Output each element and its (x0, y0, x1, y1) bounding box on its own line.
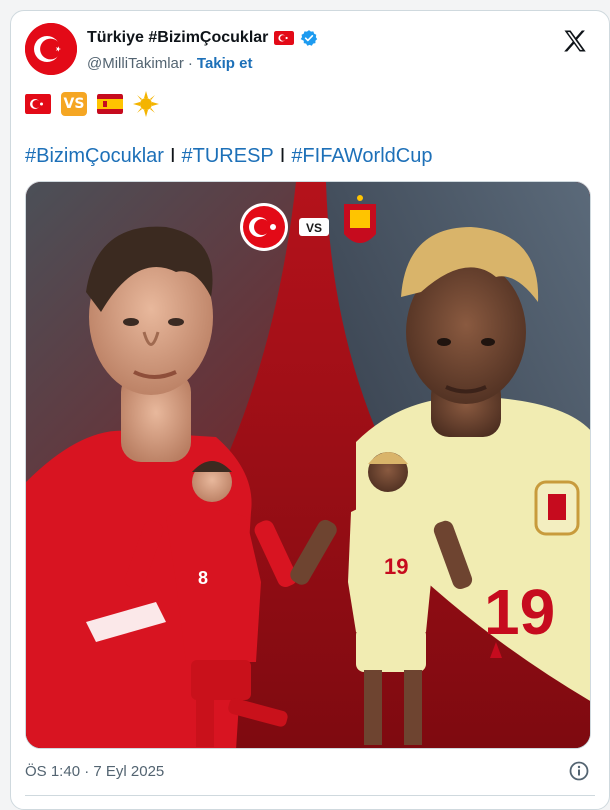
turkey-jersey-number: 8 (198, 568, 208, 588)
emoji-row: VS (25, 91, 159, 117)
follow-button[interactable]: Takip et (197, 55, 253, 72)
x-logo-icon[interactable] (561, 27, 589, 55)
info-icon[interactable] (569, 761, 589, 781)
spain-flag-icon (97, 94, 123, 114)
footer-divider (25, 795, 595, 796)
sun-icon (133, 91, 159, 117)
tweet-header: Türkiye #BizimÇocuklar @MilliTakimlar · … (25, 23, 595, 77)
hashtag-separator: I (169, 145, 176, 167)
vs-icon: VS (61, 92, 87, 116)
match-poster-artwork: 19 8 19 VS (26, 182, 590, 748)
tweet-card: Türkiye #BizimÇocuklar @MilliTakimlar · … (10, 10, 610, 810)
hashtag-separator: I (279, 145, 286, 167)
handle[interactable]: @MilliTakimlar (87, 55, 184, 72)
hashtag-row: #BizimÇocuklar I #TURESP I #FIFAWorldCup (25, 145, 432, 168)
name-row: Türkiye #BizimÇocuklar (87, 29, 318, 47)
spain-jersey-number-large: 19 (484, 576, 555, 648)
tweet-timestamp[interactable]: ÖS 1:40 · 7 Eyl 2025 (25, 763, 164, 780)
turkey-flag-avatar-icon (25, 23, 77, 75)
hashtag-bizimcocuklar[interactable]: #BizimÇocuklar (25, 145, 164, 168)
turkey-flag-icon (25, 94, 51, 114)
turkey-flag-icon (274, 31, 295, 45)
match-poster-image[interactable]: 19 8 19 VS (25, 181, 591, 749)
verified-badge-icon (301, 30, 318, 46)
avatar[interactable] (25, 23, 77, 75)
display-name[interactable]: Türkiye #BizimÇocuklar (87, 29, 268, 47)
hashtag-fifaworldcup[interactable]: #FIFAWorldCup (291, 145, 432, 168)
vs-badge-label: VS (306, 221, 322, 235)
turkey-crest-icon (240, 203, 288, 251)
hashtag-turesp[interactable]: #TURESP (182, 145, 274, 168)
handle-row: @MilliTakimlar · Takip et (87, 55, 252, 72)
handle-separator: · (187, 55, 193, 72)
spain-jersey-number: 19 (384, 554, 408, 579)
